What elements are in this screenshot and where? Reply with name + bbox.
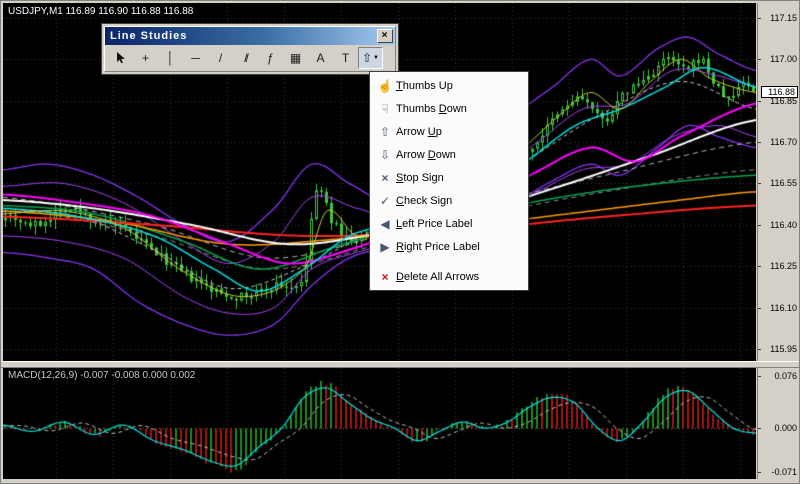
horizontal-line-icon: ─ xyxy=(191,51,200,65)
menu-item-label: Delete All Arrows xyxy=(396,271,479,283)
menu-item-thumbs-up[interactable]: ☝Thumbs Up xyxy=(371,74,527,97)
menu-item-label: Left Price Label xyxy=(396,218,472,230)
text-label-button[interactable]: T xyxy=(333,47,358,69)
vertical-line-icon: │ xyxy=(167,51,175,65)
macd-axis-label: -0.071 xyxy=(771,467,797,477)
menu-item-arrow-down[interactable]: ⇩Arrow Down xyxy=(371,143,527,166)
menu-item-label: Check Sign xyxy=(396,195,452,207)
price-axis[interactable]: 117.15117.00116.85116.70116.55116.40116.… xyxy=(757,3,800,361)
dropdown-caret-icon: ▼ xyxy=(373,55,379,61)
price-axis-label: 117.00 xyxy=(770,54,797,64)
close-button[interactable]: × xyxy=(377,29,393,43)
menu-item-thumbs-down[interactable]: ☟Thumbs Down xyxy=(371,97,527,120)
price-axis-label: 116.70 xyxy=(770,137,797,147)
arrows-icon: ⇧ xyxy=(362,51,372,65)
text-button[interactable]: A xyxy=(308,47,333,69)
stop-sign-icon: × xyxy=(374,171,396,185)
horizontal-line-button[interactable]: ─ xyxy=(183,47,208,69)
menu-item-stop-sign[interactable]: ×Stop Sign xyxy=(371,166,527,189)
menu-item-label: Arrow Down xyxy=(396,149,456,161)
price-axis-tick xyxy=(758,266,761,267)
fibonacci-button[interactable]: ƒ xyxy=(258,47,283,69)
arrows-button[interactable]: ⇧▼ xyxy=(358,47,383,69)
price-axis-tick xyxy=(758,18,761,19)
trading-terminal: USDJPY,M1 116.89 116.90 116.88 116.88 11… xyxy=(0,0,800,484)
price-axis-label: 116.10 xyxy=(770,303,797,313)
macd-panel[interactable]: MACD(12,26,9) -0.007 -0.008 0.000 0.002 xyxy=(3,368,756,479)
macd-axis-tick xyxy=(758,428,761,429)
arrow-down-icon: ⇩ xyxy=(374,148,396,162)
menu-item-label: Thumbs Down xyxy=(396,103,467,115)
arrow-up-icon: ⇧ xyxy=(374,125,396,139)
grid-icon: ▦ xyxy=(290,51,301,65)
crosshair-icon: + xyxy=(142,51,149,65)
price-axis-tick xyxy=(758,142,761,143)
menu-item-left-price-label[interactable]: ◀Left Price Label xyxy=(371,212,527,235)
current-price-marker: 116.88 xyxy=(761,86,798,98)
menu-item-check-sign[interactable]: ✓Check Sign xyxy=(371,189,527,212)
left-price-label-icon: ◀ xyxy=(374,217,396,231)
line-studies-toolbar: +│─///ƒ▦AT⇧▼ xyxy=(105,45,395,71)
menu-item-right-price-label[interactable]: ▶Right Price Label xyxy=(371,235,527,258)
price-axis-label: 116.40 xyxy=(770,220,797,230)
macd-indicator-label: MACD(12,26,9) -0.007 -0.008 0.000 0.002 xyxy=(8,370,195,381)
vertical-line-button[interactable]: │ xyxy=(158,47,183,69)
trendline-button[interactable]: / xyxy=(208,47,233,69)
price-axis-label: 115.95 xyxy=(770,344,797,354)
cursor-button[interactable] xyxy=(108,47,133,69)
thumbs-down-icon: ☟ xyxy=(374,102,396,116)
equidistant-channel-icon: // xyxy=(244,51,247,65)
macd-axis-label: 0.076 xyxy=(774,371,797,381)
macd-axis-tick xyxy=(758,376,761,377)
menu-separator xyxy=(373,261,525,262)
line-studies-title: Line Studies xyxy=(110,30,187,42)
equidistant-channel-button[interactable]: // xyxy=(233,47,258,69)
menu-item-label: Right Price Label xyxy=(396,241,480,253)
line-studies-frame: Line Studies × +│─///ƒ▦AT⇧▼ xyxy=(104,26,396,72)
right-price-label-icon: ▶ xyxy=(374,240,396,254)
line-studies-window: Line Studies × +│─///ƒ▦AT⇧▼ xyxy=(101,23,399,75)
macd-axis-tick xyxy=(758,472,761,473)
check-sign-icon: ✓ xyxy=(374,194,396,208)
price-axis-tick xyxy=(758,59,761,60)
price-axis-tick xyxy=(758,183,761,184)
line-studies-titlebar[interactable]: Line Studies × xyxy=(105,27,395,45)
close-icon: × xyxy=(382,30,389,41)
panel-separator[interactable] xyxy=(1,361,800,368)
thumbs-up-icon: ☝ xyxy=(374,79,396,93)
price-axis-tick xyxy=(758,349,761,350)
price-axis-label: 116.25 xyxy=(770,261,797,271)
menu-item-label: Thumbs Up xyxy=(396,80,453,92)
text-label-icon: T xyxy=(342,51,349,65)
price-axis-tick xyxy=(758,101,761,102)
price-axis-tick xyxy=(758,308,761,309)
text-icon: A xyxy=(316,51,324,65)
menu-item-delete-all-arrows[interactable]: ×Delete All Arrows xyxy=(371,265,527,288)
price-axis-label: 117.15 xyxy=(770,13,797,23)
macd-axis-label: 0.000 xyxy=(774,423,797,433)
menu-item-label: Stop Sign xyxy=(396,172,444,184)
fibonacci-icon: ƒ xyxy=(267,51,274,65)
arrows-dropdown-menu: ☝Thumbs Up☟Thumbs Down⇧Arrow Up⇩Arrow Do… xyxy=(369,71,529,291)
chart-symbol-label: USDJPY,M1 116.89 116.90 116.88 116.88 xyxy=(8,6,193,17)
grid-button[interactable]: ▦ xyxy=(283,47,308,69)
menu-item-label: Arrow Up xyxy=(396,126,442,138)
cursor-icon xyxy=(115,52,127,64)
macd-canvas[interactable] xyxy=(3,368,756,479)
price-axis-label: 116.55 xyxy=(770,178,797,188)
menu-item-arrow-up[interactable]: ⇧Arrow Up xyxy=(371,120,527,143)
price-axis-tick xyxy=(758,225,761,226)
crosshair-button[interactable]: + xyxy=(133,47,158,69)
trendline-icon: / xyxy=(219,51,222,65)
delete-all-arrows-icon: × xyxy=(374,270,396,284)
macd-axis[interactable]: 0.076 0.000 -0.071 xyxy=(757,368,800,479)
